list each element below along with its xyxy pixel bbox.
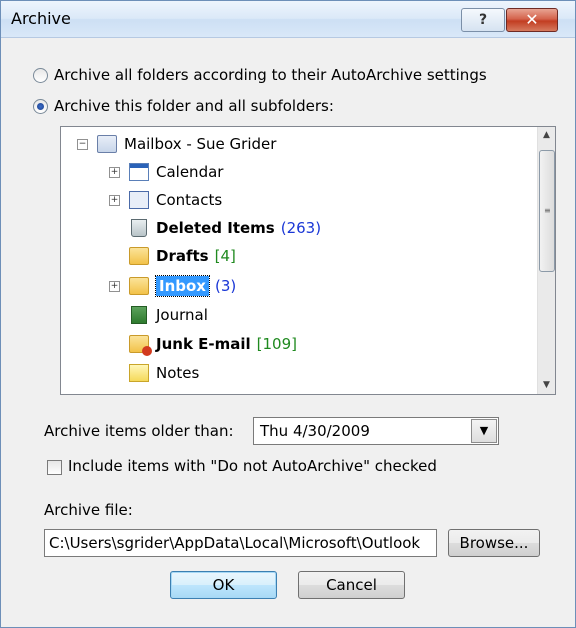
drafts-icon [129,247,149,265]
archive-this-label: Archive this folder and all subfolders: [54,97,334,115]
tree-item-drafts[interactable]: Drafts [4] [129,243,236,269]
archive-all-option[interactable]: Archive all folders according to their A… [33,66,487,84]
expand-icon[interactable]: + [109,167,120,178]
cancel-button[interactable]: Cancel [298,571,405,599]
unread-count: (263) [280,219,322,237]
title-bar: Archive ? ✕ [1,1,575,38]
item-count: [109] [256,335,297,353]
contacts-icon [129,191,149,209]
browse-button[interactable]: Browse... [448,529,540,557]
tree-item-calendar[interactable]: + Calendar [109,159,223,185]
archive-this-option[interactable]: Archive this folder and all subfolders: [33,97,334,115]
grip-icon: ≡ [544,206,551,215]
tree-item-inbox[interactable]: + Inbox (3) [109,273,236,299]
tree-item-junk-email[interactable]: Junk E-mail [109] [129,331,297,357]
tree-item-label: Contacts [156,191,223,209]
calendar-icon [129,163,149,181]
tree-item-contacts[interactable]: + Contacts [109,187,222,213]
dropdown-arrow-icon[interactable]: ▼ [471,419,497,443]
older-than-label: Archive items older than: [44,422,234,440]
older-than-date-picker[interactable]: Thu 4/30/2009 ▼ [253,417,499,445]
inbox-icon [129,277,149,295]
expand-icon[interactable]: + [109,195,120,206]
include-no-autoarchive-label: Include items with "Do not AutoArchive" … [68,457,437,475]
folder-tree[interactable]: − Mailbox - Sue Grider + Calendar + Cont… [60,126,556,395]
help-button[interactable]: ? [461,8,505,32]
archive-this-radio[interactable] [33,98,48,114]
expand-icon[interactable]: + [109,281,120,292]
tree-item-label: Inbox [155,275,210,297]
scroll-down-arrow-icon[interactable]: ▼ [538,377,555,394]
close-button[interactable]: ✕ [506,8,558,32]
older-than-value: Thu 4/30/2009 [260,422,370,440]
ok-button[interactable]: OK [170,571,277,599]
tree-item-label: Journal [156,306,208,324]
scroll-up-arrow-icon[interactable]: ▲ [538,127,555,144]
collapse-icon[interactable]: − [77,139,88,150]
tree-item-label: Drafts [156,247,209,265]
archive-file-path-input[interactable]: C:\Users\sgrider\AppData\Local\Microsoft… [44,529,437,557]
journal-icon [131,306,147,324]
scroll-thumb[interactable]: ≡ [539,150,555,272]
window-title: Archive [11,9,71,28]
archive-all-radio[interactable] [33,67,48,83]
junk-icon [129,335,152,356]
include-no-autoarchive-checkbox[interactable] [47,460,62,475]
tree-item-label: Deleted Items [156,219,275,237]
archive-file-path-value: C:\Users\sgrider\AppData\Local\Microsoft… [49,534,421,552]
vertical-scrollbar[interactable]: ▲ ≡ ▼ [537,127,555,394]
tree-item-label: Junk E-mail [156,335,251,353]
archive-dialog: Archive ? ✕ Archive all folders accordin… [0,0,576,628]
item-count: [4] [214,247,236,265]
tree-item-deleted-items[interactable]: Deleted Items (263) [129,215,321,241]
archive-all-label: Archive all folders according to their A… [54,66,487,84]
unread-count: (3) [214,277,237,295]
trash-icon [131,219,147,237]
tree-item-notes[interactable]: Notes [129,360,199,386]
tree-item-label: Notes [156,364,200,382]
tree-item-label: Calendar [156,163,224,181]
tree-item-label: Mailbox - Sue Grider [124,135,277,153]
tree-item-journal[interactable]: Journal [129,302,208,328]
notes-icon [129,364,149,382]
tree-item-mailbox[interactable]: − Mailbox - Sue Grider [77,131,276,157]
mailbox-icon [97,135,117,153]
archive-file-label: Archive file: [44,501,133,519]
